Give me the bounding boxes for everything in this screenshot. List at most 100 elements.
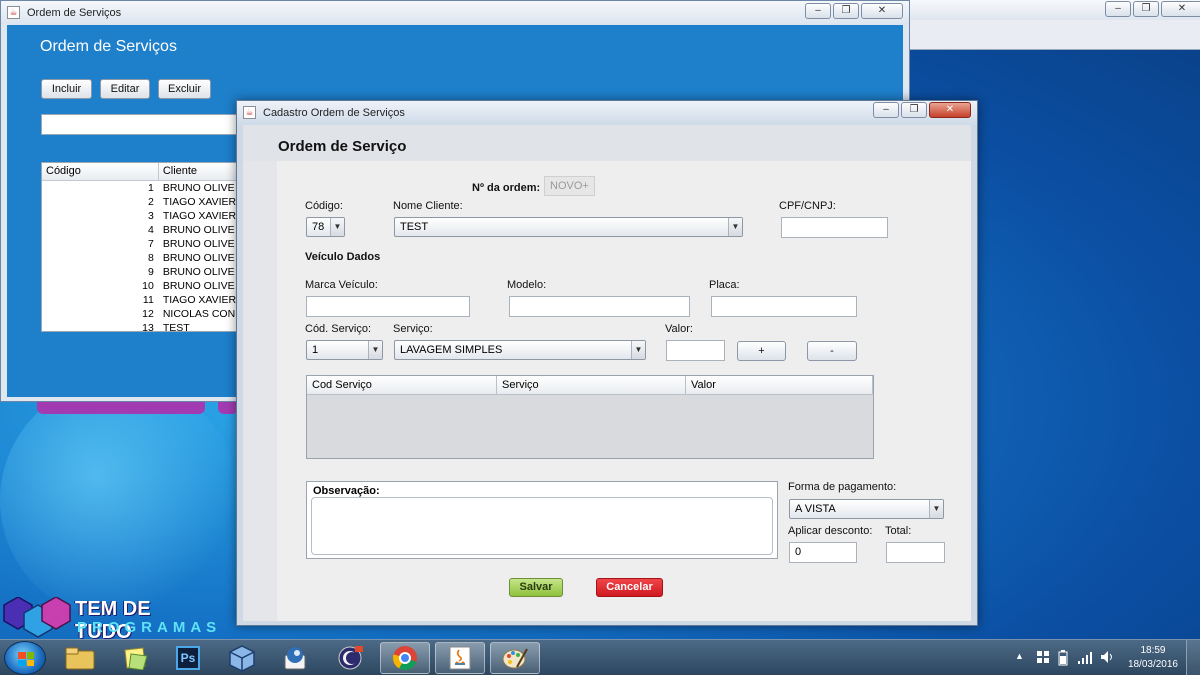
photoshop-icon[interactable]: Ps — [163, 642, 213, 674]
cell-cliente: BRUNO OLIVE — [162, 252, 235, 264]
thunderbird-icon[interactable] — [270, 642, 320, 674]
column-header-codigo[interactable]: Código — [42, 163, 159, 180]
file-explorer-icon[interactable] — [55, 642, 105, 674]
action-center-icon[interactable] — [1036, 650, 1050, 664]
clock[interactable]: 18:59 18/03/2016 — [1128, 644, 1178, 672]
dialog-header: Ordem de Serviço — [243, 125, 971, 161]
minimize-icon[interactable]: – — [805, 3, 831, 19]
placa-field[interactable] — [711, 296, 857, 317]
cell-codigo: 7 — [147, 238, 154, 250]
cod-servico-select[interactable]: 1 ▼ — [306, 340, 383, 360]
column-header-valor[interactable]: Valor — [686, 376, 873, 394]
table-row[interactable]: 11 TIAGO XAVIER — [42, 293, 240, 307]
show-hidden-icons-icon[interactable]: ▲ — [1015, 651, 1024, 661]
dialog-left-strip — [243, 161, 277, 621]
cell-codigo: 1 — [147, 182, 154, 194]
nome-cliente-select-value: TEST — [400, 221, 429, 233]
table-row[interactable]: 7 BRUNO OLIVE — [42, 237, 240, 251]
notes-icon[interactable] — [110, 642, 160, 674]
restore-icon[interactable]: ❐ — [901, 102, 927, 118]
services-table: Cod Serviço Serviço Valor — [306, 375, 874, 459]
forma-pagamento-label: Forma de pagamento: — [788, 481, 897, 493]
restore-icon[interactable]: ❐ — [1133, 1, 1159, 17]
paint-icon[interactable] — [490, 642, 540, 674]
cell-cliente: BRUNO OLIVE — [162, 224, 235, 236]
column-header-cliente[interactable]: Cliente — [159, 163, 240, 180]
table-body: 1 BRUNO OLIVE 2 TIAGO XAVIER 3 TIAGO XAVIER 4 B… — [42, 181, 240, 331]
cpf-field[interactable] — [781, 217, 888, 238]
close-icon[interactable]: ✕ — [861, 3, 903, 19]
codigo-select[interactable]: 78 ▼ — [306, 217, 345, 237]
cell-codigo: 8 — [147, 252, 154, 264]
table-row[interactable]: 4 BRUNO OLIVE — [42, 223, 240, 237]
minimize-icon[interactable]: – — [873, 102, 899, 118]
java-icon[interactable] — [435, 642, 485, 674]
observacao-textarea[interactable] — [311, 497, 773, 555]
table-row[interactable]: 8 BRUNO OLIVE — [42, 251, 240, 265]
valor-label: Valor: — [665, 323, 693, 335]
table-row[interactable]: 1 BRUNO OLIVE — [42, 181, 240, 195]
cadastro-dialog: ☕ Cadastro Ordem de Serviços – ❐ ✕ Ordem… — [236, 100, 978, 626]
cell-codigo: 9 — [147, 266, 154, 278]
network-signal-icon[interactable] — [1077, 651, 1093, 664]
start-button[interactable] — [4, 641, 46, 675]
observacao-label: Observação: — [313, 485, 380, 497]
servico-select[interactable]: LAVAGEM SIMPLES ▼ — [394, 340, 646, 360]
table-row[interactable]: 2 TIAGO XAVIER — [42, 195, 240, 209]
modelo-field[interactable] — [509, 296, 690, 317]
cell-codigo: 3 — [147, 210, 154, 222]
restore-icon[interactable]: ❐ — [833, 3, 859, 19]
dialog-titlebar[interactable]: ☕ Cadastro Ordem de Serviços – ❐ ✕ — [237, 101, 977, 125]
cancel-button[interactable]: Cancelar — [596, 578, 663, 597]
valor-field[interactable] — [666, 340, 725, 361]
observacao-panel: Observação: — [306, 481, 778, 559]
battery-icon[interactable] — [1057, 650, 1069, 666]
editar-button[interactable]: Editar — [100, 79, 150, 99]
table-row[interactable]: 3 TIAGO XAVIER — [42, 209, 240, 223]
dialog-body: Ordem de Serviço Nº da ordem: NOVO+ Códi… — [243, 125, 971, 621]
forma-pagamento-select[interactable]: A VISTA ▼ — [789, 499, 944, 519]
dialog-heading: Ordem de Serviço — [278, 138, 407, 155]
dialog-controls: – ❐ ✕ — [873, 102, 971, 118]
incluir-button[interactable]: Incluir — [41, 79, 92, 99]
background-window: – ❐ ✕ — [905, 0, 1200, 50]
dialog-title: Cadastro Ordem de Serviços — [263, 107, 405, 119]
chevron-down-icon: ▼ — [330, 218, 344, 236]
taskbar: Ps ▲ 18:59 18/03/2016 — [0, 639, 1200, 675]
page-title: Ordem de Serviços — [40, 38, 177, 55]
close-icon[interactable]: ✕ — [929, 102, 971, 118]
desconto-field[interactable]: 0 — [789, 542, 857, 563]
volume-icon[interactable] — [1100, 650, 1114, 664]
column-header-servico[interactable]: Serviço — [497, 376, 686, 394]
total-field[interactable] — [886, 542, 945, 563]
chevron-down-icon: ▼ — [631, 341, 645, 359]
close-icon[interactable]: ✕ — [1161, 1, 1200, 17]
eclipse-icon[interactable] — [325, 642, 375, 674]
table-row[interactable]: 12 NICOLAS CON — [42, 307, 240, 321]
minimize-icon[interactable]: – — [1105, 1, 1131, 17]
search-input[interactable] — [41, 114, 241, 135]
java-icon: ☕ — [243, 106, 256, 119]
add-service-button[interactable]: + — [737, 341, 786, 361]
column-header-cod-servico[interactable]: Cod Serviço — [307, 376, 497, 394]
save-button[interactable]: Salvar — [509, 578, 563, 597]
virtualbox-icon[interactable] — [217, 642, 267, 674]
cod-servico-select-value: 1 — [312, 344, 319, 356]
cell-cliente: TIAGO XAVIER — [162, 210, 237, 222]
photoshop-label: Ps — [176, 646, 200, 670]
remove-service-button[interactable]: - — [807, 341, 857, 361]
excluir-button[interactable]: Excluir — [158, 79, 211, 99]
cell-codigo: 2 — [147, 196, 154, 208]
show-desktop-button[interactable] — [1186, 640, 1200, 675]
servico-select-value: LAVAGEM SIMPLES — [400, 344, 503, 356]
clock-date: 18/03/2016 — [1127, 659, 1178, 670]
marca-field[interactable] — [306, 296, 470, 317]
table-row[interactable]: 13 TEST — [42, 321, 240, 331]
chrome-icon[interactable] — [380, 642, 430, 674]
table-row[interactable]: 10 BRUNO OLIVE — [42, 279, 240, 293]
cell-cliente: BRUNO OLIVE — [162, 266, 235, 278]
nome-cliente-select[interactable]: TEST ▼ — [394, 217, 743, 237]
main-window-title: Ordem de Serviços — [27, 7, 122, 19]
table-row[interactable]: 9 BRUNO OLIVE — [42, 265, 240, 279]
main-window-titlebar[interactable]: ☕ Ordem de Serviços – ❐ ✕ — [1, 1, 909, 25]
